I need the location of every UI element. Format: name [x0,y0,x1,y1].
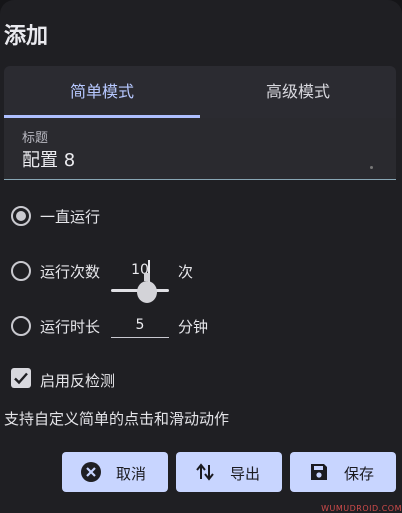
run-duration-unit: 分钟 [178,318,209,336]
anti-detect-label: 启用反检测 [40,372,116,390]
save-button[interactable]: 保存 [290,452,396,492]
radio-run-duration[interactable] [11,316,31,336]
run-forever-label: 一直运行 [40,208,101,226]
run-count-unit: 次 [178,263,194,281]
run-duration-input[interactable]: 5 [111,317,169,333]
description-text: 支持自定义简单的点击和滑动动作 [4,410,230,428]
field-dot [370,166,373,169]
close-circle-icon [81,462,101,482]
title-field[interactable]: 标题 配置 8 [4,118,396,180]
radio-run-forever[interactable] [11,206,31,226]
anti-detect-checkbox[interactable] [11,368,31,388]
cancel-button-label: 取消 [116,465,147,483]
text-selection-handle[interactable] [137,273,157,303]
dialog-title: 添加 [4,24,49,49]
export-button[interactable]: 导出 [176,452,282,492]
run-duration-label: 运行时长 [40,318,101,336]
tab-advanced-mode[interactable]: 高级模式 [200,66,396,118]
run-count-label: 运行次数 [40,263,101,281]
add-dialog: 添加 简单模式 高级模式 标题 配置 8 一直运行 运行次数 10 次 运行时长… [0,0,402,513]
title-field-value[interactable]: 配置 8 [22,146,75,172]
mode-tabs: 简单模式 高级模式 [4,66,396,118]
run-count-input[interactable]: 10 [120,262,160,278]
tab-simple-mode[interactable]: 简单模式 [4,66,200,118]
radio-run-count[interactable] [11,261,31,281]
watermark: WUMUDROID.COM [321,504,402,513]
import-export-icon [196,463,214,481]
check-icon [14,372,28,385]
export-button-label: 导出 [230,465,261,483]
run-duration-underline [111,337,169,338]
cancel-button[interactable]: 取消 [62,452,168,492]
save-button-label: 保存 [344,465,375,483]
title-field-label: 标题 [22,131,49,146]
save-icon [311,464,327,480]
